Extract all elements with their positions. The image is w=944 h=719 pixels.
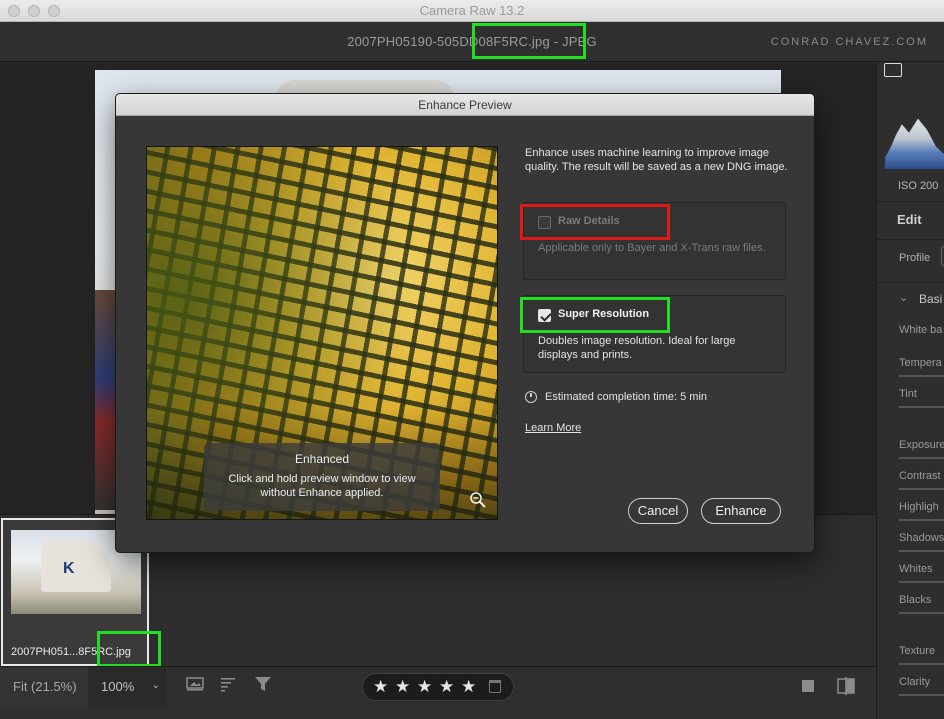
panel-divider [877, 282, 944, 283]
tint-label: Tint [899, 388, 917, 400]
window-title-bar: Camera Raw 13.2 [0, 0, 944, 22]
thumbnail-logo: K [63, 560, 75, 577]
tooltip-body: Click and hold preview window to view wi… [228, 473, 416, 499]
super-resolution-description: Doubles image resolution. Ideal for larg… [538, 335, 736, 361]
temperature-slider[interactable] [899, 375, 944, 377]
profile-label: Profile [899, 252, 931, 264]
star-icon[interactable]: ★ [439, 677, 454, 697]
highlights-slider[interactable] [899, 519, 944, 521]
chevron-down-icon: ⌄ [151, 680, 160, 691]
bottom-toolbar: Fit (21.5%) 100% ⌄ ★ ★ ★ ★ ★ [0, 666, 876, 719]
view-mode-icon[interactable] [800, 678, 816, 699]
shadows-label: Shadows [899, 532, 944, 544]
learn-more-link[interactable]: Learn More [525, 422, 581, 434]
enhance-preview-image[interactable]: Enhanced Click and hold preview window t… [146, 146, 498, 520]
contrast-label: Contrast [899, 470, 941, 482]
photo-left-detail [95, 290, 117, 510]
panel-divider [877, 201, 944, 202]
blacks-label: Blacks [899, 594, 932, 606]
temperature-label: Tempera [899, 357, 942, 369]
clarity-label: Clarity [899, 676, 931, 688]
basic-section-title[interactable]: Basi [919, 292, 942, 306]
zoom-level-label: 100% [101, 679, 135, 694]
chevron-down-icon[interactable]: ⌄ [899, 291, 908, 304]
estimated-time-text: Estimated completion time: 5 min [545, 391, 708, 403]
star-icon[interactable]: ★ [461, 677, 476, 697]
right-edit-panel: ISO 200 Edit Profile ⌄ Basi White ba Tem… [876, 63, 944, 719]
star-icon[interactable]: ★ [417, 677, 432, 697]
texture-slider[interactable] [899, 663, 944, 665]
sort-icon[interactable] [220, 676, 238, 697]
watermark-brand: CONRAD CHAVEZ.COM [770, 36, 928, 48]
tooltip-title: Enhanced [294, 452, 350, 466]
histogram [885, 118, 944, 169]
window-title: Camera Raw 13.2 [419, 3, 525, 18]
zoom-level-dropdown[interactable]: 100% ⌄ [88, 667, 166, 707]
edit-tab[interactable]: Edit [897, 212, 922, 227]
annotation-highlight-raw-details [520, 204, 670, 240]
white-balance-label: White ba [899, 324, 943, 336]
panel-divider [877, 239, 944, 240]
enhance-preview-dialog: Enhance Preview Enhanced Click and hold … [115, 93, 815, 553]
texture-label: Texture [899, 645, 936, 657]
enhance-button[interactable]: Enhance [701, 498, 781, 524]
star-icon[interactable]: ★ [373, 677, 388, 697]
shadows-slider[interactable] [899, 550, 944, 552]
dialog-description: Enhance uses machine learning to improve… [525, 147, 788, 173]
filmstrip-options-icon[interactable] [186, 676, 204, 697]
preview-tooltip: Enhanced Click and hold preview window t… [204, 443, 440, 511]
exposure-slider[interactable] [899, 457, 944, 459]
star-rating[interactable]: ★ ★ ★ ★ ★ [362, 673, 514, 701]
fit-zoom-button[interactable]: Fit (21.5%) [0, 667, 88, 707]
blacks-slider[interactable] [899, 612, 944, 614]
tint-slider[interactable] [899, 406, 944, 408]
star-icon[interactable]: ★ [395, 677, 410, 697]
iso-readout: ISO 200 [898, 180, 939, 192]
stopwatch-icon [525, 391, 537, 403]
filter-icon[interactable] [254, 676, 272, 697]
highlights-label: Highligh [899, 501, 939, 513]
cancel-button[interactable]: Cancel [628, 498, 688, 524]
dialog-title: Enhance Preview [116, 94, 814, 116]
clipping-warning-icon[interactable] [884, 63, 902, 77]
annotation-highlight-super-resolution [520, 297, 670, 333]
raw-details-description: Applicable only to Bayer and X-Trans raw… [538, 242, 766, 254]
camera-raw-window: Camera Raw 13.2 2007PH05190-505DD08F5RC.… [0, 0, 944, 719]
whites-label: Whites [899, 563, 933, 575]
annotation-highlight-thumb-ext [97, 631, 161, 667]
clarity-slider[interactable] [899, 694, 944, 696]
annotation-highlight-file-type [472, 23, 586, 59]
trash-icon[interactable] [489, 680, 501, 693]
whites-slider[interactable] [899, 581, 944, 583]
exposure-label: Exposure [899, 439, 944, 451]
magnifier-icon[interactable] [469, 491, 487, 509]
contrast-slider[interactable] [899, 488, 944, 490]
before-after-icon[interactable] [836, 677, 856, 700]
